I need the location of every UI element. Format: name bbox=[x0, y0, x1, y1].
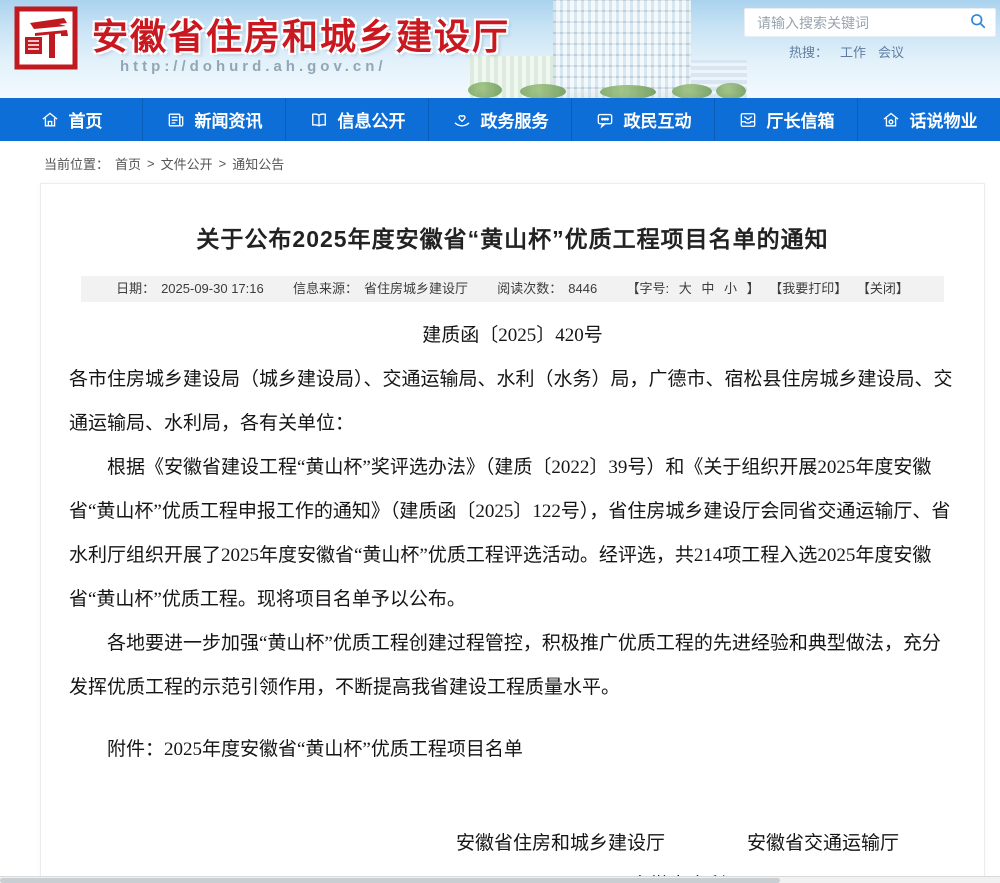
nav-label: 话说物业 bbox=[910, 107, 978, 132]
mailbox-icon bbox=[738, 110, 758, 130]
attachment-line: 附件：2025年度安徽省“黄山杯”优质工程项目名单 bbox=[69, 728, 956, 772]
fontsize-prefix: 【字号: bbox=[626, 281, 669, 296]
paragraph-recipients: 各市住房城乡建设局（城乡建设局）、交通运输局、水利（水务）局，广德市、宿松县住房… bbox=[69, 358, 956, 446]
paragraph-basis: 根据《安徽省建设工程“黄山杯”奖评选办法》（建质〔2022〕39号）和《关于组织… bbox=[69, 446, 956, 622]
fontsize-small-button[interactable]: 小 bbox=[724, 281, 737, 296]
article-panel: 关于公布2025年度安徽省“黄山杯”优质工程项目名单的通知 日期： 2025-09… bbox=[40, 183, 985, 877]
building-illustration bbox=[553, 0, 691, 98]
search-icon bbox=[968, 11, 988, 34]
signature-housing-dept: 安徽省住房和城乡建设厅 bbox=[456, 822, 665, 866]
nav-label: 首页 bbox=[69, 107, 103, 132]
breadcrumb-separator: > bbox=[219, 156, 227, 171]
hot-search-item[interactable]: 工作 bbox=[840, 42, 866, 61]
interaction-icon bbox=[595, 110, 615, 130]
nav-item-home[interactable]: 首页 bbox=[0, 98, 143, 141]
fontsize-large-button[interactable]: 大 bbox=[679, 281, 692, 296]
document-body: 建质函〔2025〕420号 各市住房城乡建设局（城乡建设局）、交通运输局、水利（… bbox=[69, 314, 956, 877]
tree-illustration bbox=[468, 82, 502, 98]
meta-views-value: 8446 bbox=[568, 281, 597, 296]
nav-label: 新闻资讯 bbox=[195, 107, 263, 132]
signature-transport-dept: 安徽省交通运输厅 bbox=[747, 822, 899, 866]
tree-illustration bbox=[672, 84, 712, 98]
nav-label: 政民互动 bbox=[624, 107, 692, 132]
nav-item-info-disclosure[interactable]: 信息公开 bbox=[286, 98, 429, 141]
tree-illustration bbox=[600, 85, 656, 98]
page: 安徽省住房和城乡建设厅 http://dohurd.ah.gov.cn/ 热搜：… bbox=[0, 0, 1000, 883]
document-number: 建质函〔2025〕420号 bbox=[69, 314, 956, 358]
article-title: 关于公布2025年度安徽省“黄山杯”优质工程项目名单的通知 bbox=[41, 220, 984, 254]
main-nav: 首页 新闻资讯 信息公开 bbox=[0, 98, 1000, 141]
breadcrumb-notices[interactable]: 通知公告 bbox=[232, 154, 284, 173]
site-title[interactable]: 安徽省住房和城乡建设厅 bbox=[92, 8, 510, 60]
article-meta-bar: 日期： 2025-09-30 17:16 信息来源： 省住房城乡建设厅 阅读次数： 8… bbox=[81, 276, 944, 302]
hot-search-item[interactable]: 会议 bbox=[878, 42, 904, 61]
breadcrumb-home[interactable]: 首页 bbox=[115, 154, 141, 173]
nav-item-director-mailbox[interactable]: 厅长信箱 bbox=[715, 98, 858, 141]
info-disclosure-icon bbox=[309, 110, 329, 130]
breadcrumb-prefix: 当前位置： bbox=[44, 154, 109, 173]
gov-service-icon bbox=[452, 110, 472, 130]
meta-date-label: 日期： bbox=[116, 281, 155, 296]
search-input[interactable] bbox=[745, 9, 961, 36]
print-button[interactable]: 【我要打印】 bbox=[769, 281, 847, 296]
nav-item-gov-service[interactable]: 政务服务 bbox=[429, 98, 572, 141]
paragraph-requirements: 各地要进一步加强“黄山杯”优质工程创建过程管控，积极推广优质工程的先进经验和典型… bbox=[69, 622, 956, 710]
horizontal-scrollbar-thumb[interactable] bbox=[0, 878, 780, 883]
breadcrumb: 当前位置： 首页 > 文件公开 > 通知公告 bbox=[0, 141, 1000, 184]
site-header: 安徽省住房和城乡建设厅 http://dohurd.ah.gov.cn/ 热搜：… bbox=[0, 0, 1000, 98]
site-url: http://dohurd.ah.gov.cn/ bbox=[120, 58, 387, 75]
fontsize-medium-button[interactable]: 中 bbox=[701, 281, 714, 296]
fontsize-suffix: 】 bbox=[747, 281, 760, 296]
horizontal-scrollbar[interactable] bbox=[0, 876, 1000, 883]
search-button[interactable] bbox=[961, 9, 995, 36]
meta-views-label: 阅读次数： bbox=[497, 281, 562, 296]
news-icon bbox=[166, 110, 186, 130]
meta-source-value: 省住房城乡建设厅 bbox=[364, 281, 468, 296]
site-logo-seal-icon[interactable] bbox=[14, 6, 78, 70]
search-box bbox=[744, 8, 996, 37]
tree-illustration bbox=[716, 83, 746, 98]
home-icon bbox=[40, 110, 60, 130]
tree-illustration bbox=[520, 84, 566, 98]
meta-source-label: 信息来源： bbox=[293, 281, 358, 296]
meta-date-value: 2025-09-30 17:16 bbox=[161, 281, 264, 296]
nav-label: 厅长信箱 bbox=[767, 107, 835, 132]
hot-search-label: 热搜： bbox=[789, 42, 828, 61]
nav-label: 政务服务 bbox=[481, 107, 549, 132]
property-icon bbox=[881, 110, 901, 130]
signature-row: 安徽省住房和城乡建设厅 安徽省交通运输厅 bbox=[69, 822, 956, 866]
close-button[interactable]: 【关闭】 bbox=[857, 281, 909, 296]
nav-label: 信息公开 bbox=[338, 107, 406, 132]
hot-search-row: 热搜： 工作 会议 bbox=[789, 42, 904, 61]
nav-item-news[interactable]: 新闻资讯 bbox=[143, 98, 286, 141]
nav-item-property-talk[interactable]: 话说物业 bbox=[858, 98, 1000, 141]
nav-item-interaction[interactable]: 政民互动 bbox=[572, 98, 715, 141]
breadcrumb-files[interactable]: 文件公开 bbox=[161, 154, 213, 173]
breadcrumb-separator: > bbox=[147, 156, 155, 171]
